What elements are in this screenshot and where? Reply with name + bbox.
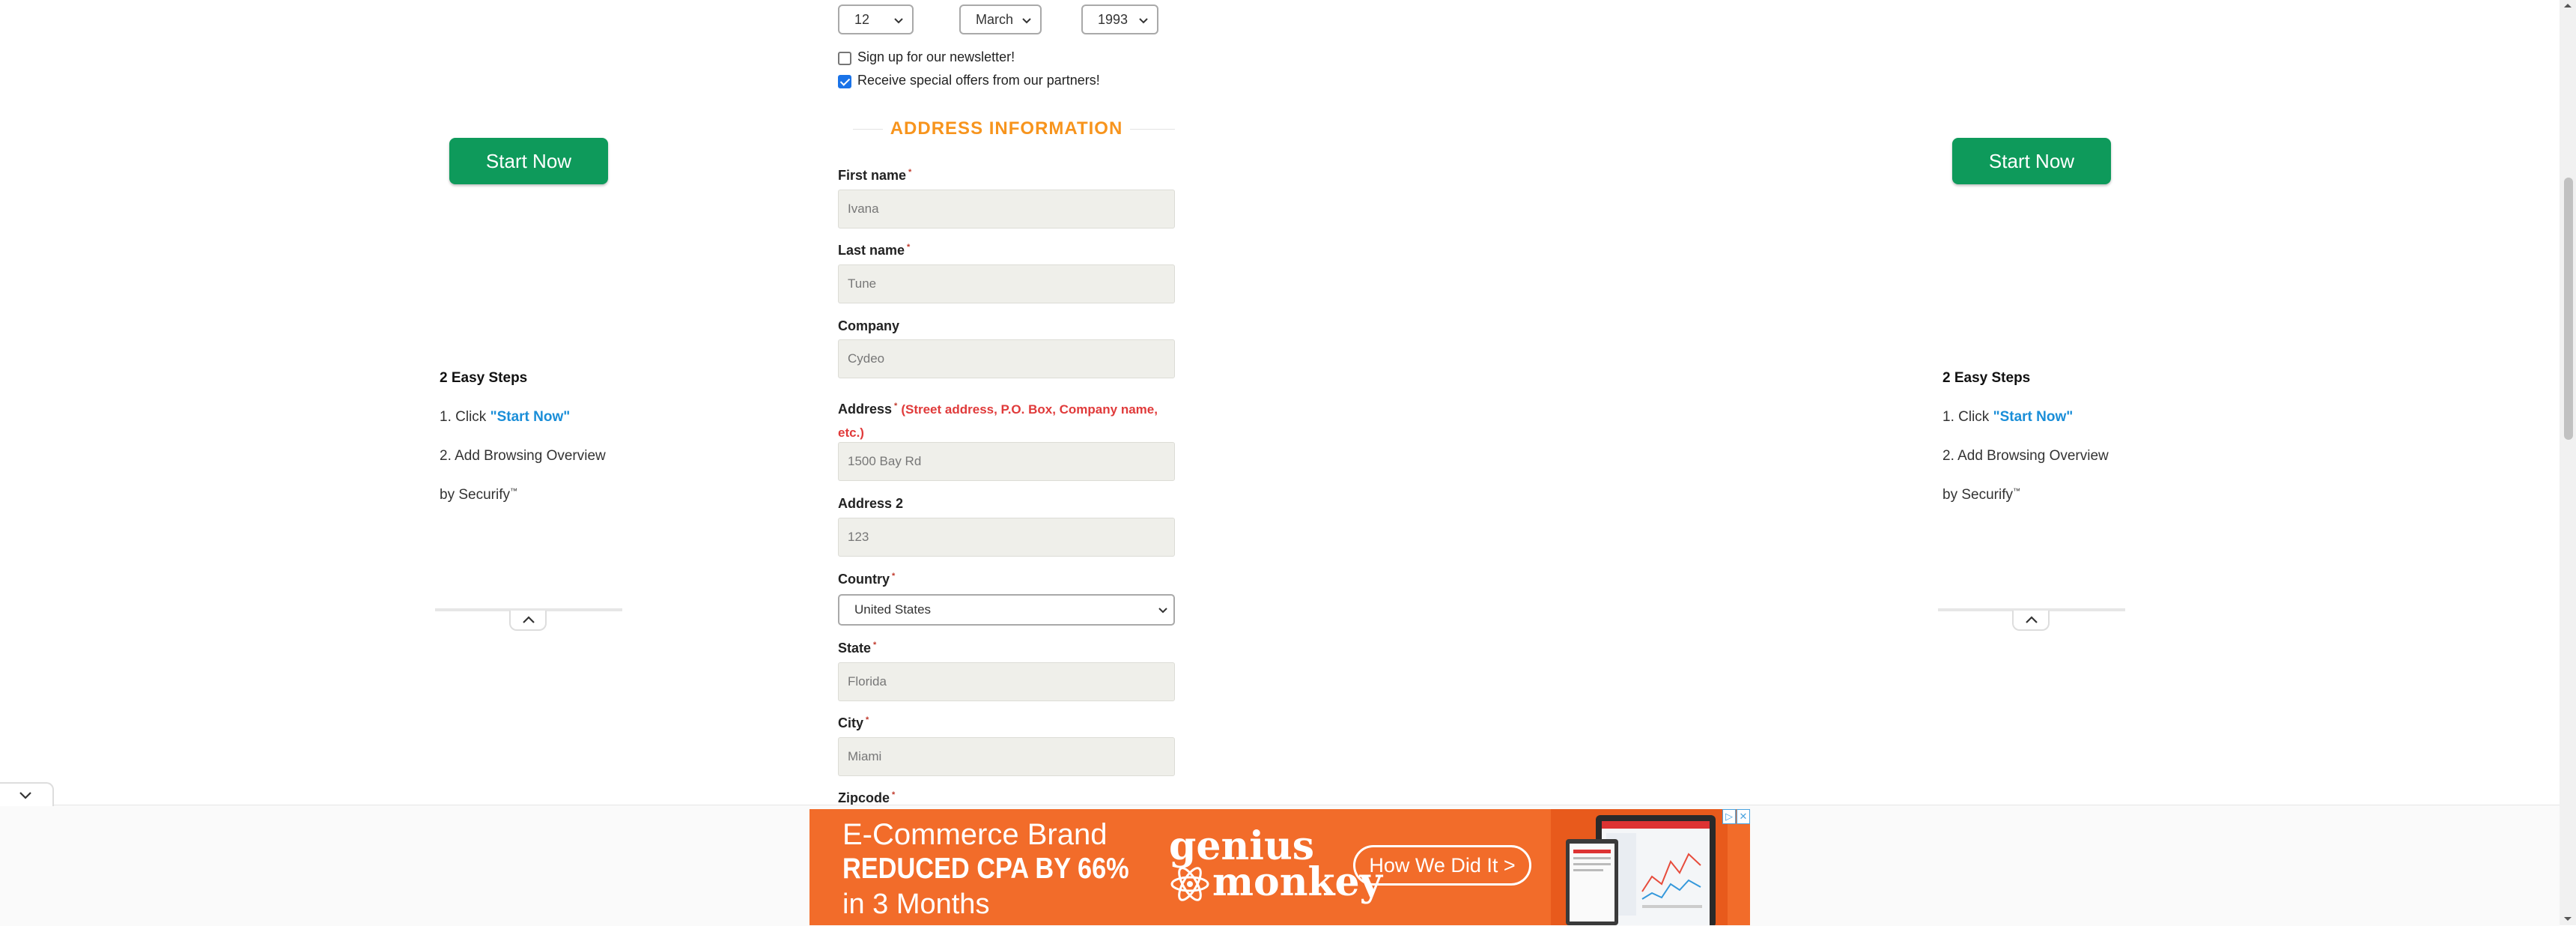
country-select[interactable]: United States — [838, 594, 1175, 626]
ad-laptop-image — [1551, 809, 1728, 925]
newsletter-checkbox[interactable] — [838, 52, 851, 65]
address2-input[interactable]: 123 — [838, 518, 1175, 557]
address2-label: Address 2 — [838, 496, 904, 511]
address-value: 1500 Bay Rd — [848, 454, 922, 468]
step1-left: 1. Click "Start Now" — [440, 409, 571, 425]
atom-icon — [1170, 867, 1209, 901]
country-value: United States — [854, 602, 932, 617]
city-input[interactable]: Miami — [838, 737, 1175, 776]
step2b-left: by Securify™ — [440, 487, 517, 503]
city-value: Miami — [848, 749, 882, 763]
ad-close-button[interactable]: ✕ — [1737, 809, 1750, 824]
state-label: State * — [838, 641, 877, 656]
address-section-title-text: ADDRESS INFORMATION — [882, 118, 1131, 139]
birth-year-select[interactable]: 1993 — [1081, 4, 1158, 34]
chevron-up-icon — [2026, 616, 2038, 623]
company-value: Cydeo — [848, 351, 885, 366]
offers-checkbox[interactable] — [838, 75, 851, 88]
ad-line1: E-Commerce Brand — [842, 818, 1108, 851]
offers-label: Receive special offers from our partners… — [857, 73, 1100, 88]
birth-month-value: March — [976, 11, 1014, 27]
start-now-link-right[interactable]: "Start Now" — [1993, 409, 2074, 425]
first-name-input[interactable]: Ivana — [838, 190, 1175, 229]
address-section-title: ADDRESS INFORMATION — [838, 114, 1175, 144]
state-value: Florida — [848, 674, 887, 689]
start-now-link-left[interactable]: "Start Now" — [490, 409, 571, 425]
first-name-label: First name * — [838, 168, 912, 183]
newsletter-label: Sign up for our newsletter! — [857, 49, 1015, 64]
last-name-label: Last name * — [838, 243, 911, 258]
last-name-input[interactable]: Tune — [838, 264, 1175, 303]
company-input[interactable]: Cydeo — [838, 339, 1175, 378]
collapse-toggle-left[interactable] — [509, 611, 547, 631]
step2-left: 2. Add Browsing Overview — [440, 448, 606, 464]
birth-year-value: 1993 — [1098, 11, 1128, 27]
chevron-down-icon — [1158, 608, 1167, 614]
address-input[interactable]: 1500 Bay Rd — [838, 442, 1175, 481]
birth-day-select[interactable]: 12 — [838, 4, 914, 34]
company-label: Company — [838, 318, 900, 333]
chevron-down-icon — [1022, 18, 1031, 24]
ad-choices-icon[interactable]: ▷ — [1722, 809, 1736, 824]
step2-right: 2. Add Browsing Overview — [1942, 448, 2109, 464]
scroll-down-icon[interactable] — [2563, 916, 2572, 923]
first-name-value: Ivana — [848, 202, 879, 216]
birth-month-select[interactable]: March — [959, 4, 1042, 34]
chevron-down-icon — [1139, 18, 1148, 24]
page-scrollbar[interactable] — [2560, 0, 2576, 925]
bottom-bar-toggle[interactable] — [0, 782, 54, 806]
ad-line2: REDUCED CPA BY 66% — [842, 853, 1129, 885]
ad-line3: in 3 Months — [842, 889, 990, 920]
zipcode-label: Zipcode * — [838, 790, 896, 805]
ad-cta-button[interactable]: How We Did It > — [1353, 845, 1531, 886]
birth-day-value: 12 — [854, 11, 870, 27]
address-label: Address * (Street address, P.O. Box, Comp… — [838, 402, 1158, 440]
steps-title-left: 2 Easy Steps — [440, 370, 528, 386]
chevron-up-icon — [523, 616, 535, 623]
banner-ad[interactable]: E-Commerce Brand REDUCED CPA BY 66% in 3… — [809, 809, 1750, 925]
state-input[interactable]: Florida — [838, 662, 1175, 701]
country-label: Country * — [838, 572, 896, 587]
chevron-down-icon — [894, 18, 903, 24]
scrollbar-thumb[interactable] — [2564, 178, 2573, 440]
scroll-up-icon[interactable] — [2563, 1, 2572, 9]
step1-right: 1. Click "Start Now" — [1942, 409, 2074, 425]
start-now-button-right[interactable]: Start Now — [1952, 138, 2111, 184]
step2b-right: by Securify™ — [1942, 487, 2020, 503]
address2-value: 123 — [848, 530, 869, 544]
start-now-button-left[interactable]: Start Now — [449, 138, 608, 184]
steps-title-right: 2 Easy Steps — [1942, 370, 2031, 386]
last-name-value: Tune — [848, 276, 877, 291]
collapse-toggle-right[interactable] — [2012, 611, 2050, 631]
chevron-down-icon — [19, 792, 31, 799]
city-label: City * — [838, 715, 869, 730]
